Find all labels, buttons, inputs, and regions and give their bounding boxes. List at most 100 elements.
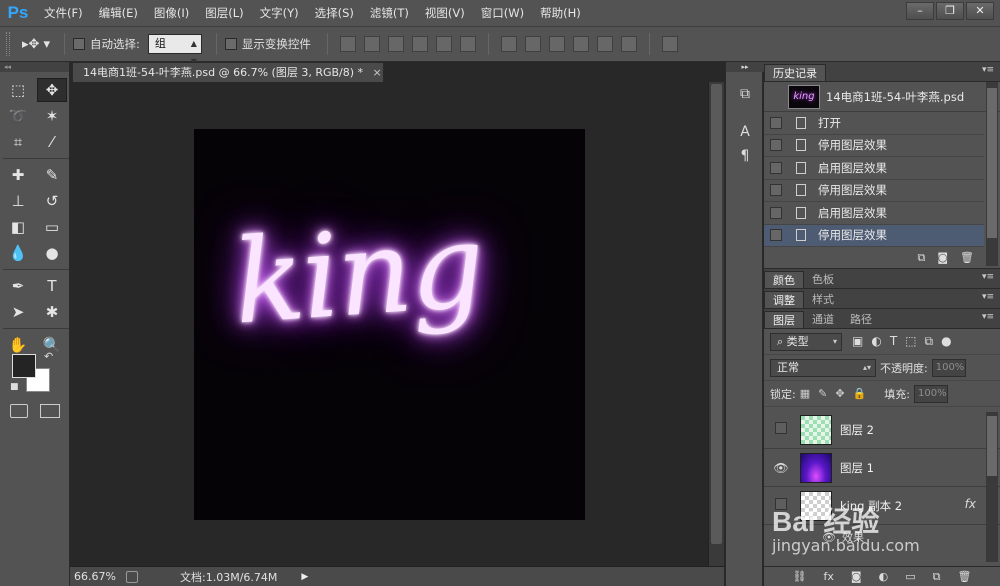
type-filter-icon[interactable]: T — [890, 334, 897, 349]
opacity-field[interactable]: 100% — [931, 358, 966, 377]
panel-menu-icon[interactable]: ▾≡ — [982, 312, 994, 322]
lock-transparent-icon[interactable]: ▦ — [800, 387, 810, 400]
3d-cube-icon[interactable]: ⧉ — [726, 82, 764, 106]
layer-name[interactable]: 图层 1 — [840, 460, 874, 476]
new-layer-icon[interactable]: ⧉ — [933, 570, 941, 584]
tab-channels[interactable]: 通道 — [804, 311, 842, 328]
adjustment-layer-icon[interactable]: ◐ — [879, 570, 889, 583]
layer-row[interactable]: 图层 2 — [764, 411, 1000, 449]
close-window-button[interactable]: ✕ — [966, 2, 994, 20]
align-vcenter-icon[interactable] — [363, 36, 380, 52]
options-grip[interactable] — [6, 32, 10, 56]
adjustment-filter-icon[interactable]: ◐ — [871, 334, 881, 349]
new-group-folder-icon[interactable]: ▭ — [905, 570, 915, 583]
history-source-checkbox[interactable] — [770, 116, 782, 129]
history-scrollbar[interactable] — [986, 82, 998, 266]
show-transform-checkbox[interactable] — [224, 38, 237, 50]
layer-filter-dropdown[interactable]: ⌕ 类型 ▾ — [770, 332, 842, 351]
filter-toggle-icon[interactable]: ● — [941, 334, 951, 349]
distribute-bottom-icon[interactable] — [548, 36, 565, 52]
delete-layer-trash-icon[interactable]: 🗑 — [958, 570, 972, 583]
history-source-checkbox[interactable] — [770, 206, 782, 219]
layer-row[interactable]: 👁 图层 1 — [764, 449, 1000, 487]
panel-collapse-header[interactable]: ▸▸ — [726, 62, 764, 72]
move-tool-icon[interactable]: ✥ — [37, 78, 67, 102]
document-canvas[interactable]: king — [194, 129, 585, 520]
shape-filter-icon[interactable]: ⬚ — [905, 334, 916, 349]
layer-name[interactable]: 图层 2 — [840, 422, 874, 438]
align-top-icon[interactable] — [339, 36, 356, 52]
menu-view[interactable]: 视图(V) — [417, 0, 473, 26]
history-item[interactable]: 打开 — [764, 112, 984, 135]
new-document-from-state-icon[interactable]: ⧉ — [917, 251, 925, 265]
gradient-tool-icon[interactable]: ▭ — [37, 215, 67, 239]
character-panel-icon[interactable]: A — [726, 120, 764, 144]
eyedropper-tool-icon[interactable]: ⁄ — [37, 130, 67, 154]
tab-styles[interactable]: 样式 — [804, 291, 842, 308]
distribute-top-icon[interactable] — [500, 36, 517, 52]
move-tool-preset-icon[interactable]: ▸✥ ▾ — [16, 32, 56, 56]
distribute-left-icon[interactable] — [572, 36, 589, 52]
restore-button[interactable]: ❐ — [936, 2, 964, 20]
scrollbar-thumb[interactable] — [987, 416, 997, 476]
healing-brush-tool-icon[interactable]: ✚ — [3, 163, 33, 187]
layer-name[interactable]: king 副本 2 — [840, 498, 902, 514]
layer-effects-row[interactable]: 👁 效果 — [764, 525, 1000, 549]
panel-menu-icon[interactable]: ▾≡ — [982, 65, 994, 75]
effects-eye-icon[interactable]: 👁 — [822, 531, 836, 544]
pen-tool-icon[interactable]: ✒ — [3, 274, 33, 298]
auto-select-checkbox[interactable] — [73, 38, 85, 50]
history-source-checkbox[interactable] — [770, 184, 782, 197]
visibility-toggle[interactable] — [770, 498, 792, 513]
scrollbar-thumb[interactable] — [987, 88, 997, 238]
lock-image-icon[interactable]: ✎ — [818, 387, 827, 400]
auto-align-icon[interactable] — [661, 36, 678, 52]
history-brush-tool-icon[interactable]: ↺ — [37, 189, 67, 213]
menu-edit[interactable]: 编辑(E) — [91, 0, 146, 26]
dodge-tool-icon[interactable]: ● — [37, 241, 67, 265]
paragraph-panel-icon[interactable]: ¶ — [726, 144, 764, 168]
fill-field[interactable]: 100% — [913, 384, 948, 403]
menu-help[interactable]: 帮助(H) — [532, 0, 589, 26]
swap-colors-icon[interactable]: ↶ — [44, 350, 53, 363]
add-mask-icon[interactable]: ◙ — [851, 570, 862, 583]
history-item[interactable]: 停用图层效果 — [764, 135, 984, 157]
lock-position-icon[interactable]: ✥ — [835, 387, 844, 400]
panel-menu-icon[interactable]: ▾≡ — [982, 272, 994, 282]
tab-adjustments[interactable]: 调整 — [764, 291, 804, 308]
menu-layer[interactable]: 图层(L) — [197, 0, 251, 26]
menu-window[interactable]: 窗口(W) — [473, 0, 532, 26]
lock-all-icon[interactable]: 🔒 — [853, 387, 867, 400]
shape-tool-icon[interactable]: ✱ — [37, 300, 67, 324]
history-item-selected[interactable]: 停用图层效果 — [764, 224, 984, 247]
history-item[interactable]: 停用图层效果 — [764, 180, 984, 202]
auto-select-dropdown[interactable]: 组 ▲▼ — [147, 34, 202, 66]
align-hcenter-icon[interactable] — [435, 36, 452, 52]
crop-tool-icon[interactable]: ⌗ — [3, 130, 33, 154]
snapshot-camera-icon[interactable]: ◙ — [937, 251, 948, 264]
history-item[interactable]: 启用图层效果 — [764, 157, 984, 180]
tab-swatches[interactable]: 色板 — [804, 271, 842, 288]
distribute-right-icon[interactable] — [620, 36, 637, 52]
align-left-icon[interactable] — [411, 36, 428, 52]
marquee-tool-icon[interactable]: ⬚ — [3, 78, 33, 102]
pixel-filter-icon[interactable]: ▣ — [852, 334, 863, 349]
path-selection-tool-icon[interactable]: ➤ — [3, 300, 33, 324]
panel-menu-icon[interactable]: ▾≡ — [982, 292, 994, 302]
brush-tool-icon[interactable]: ✎ — [37, 163, 67, 187]
menu-type[interactable]: 文字(Y) — [252, 0, 307, 26]
menu-filter[interactable]: 滤镜(T) — [362, 0, 417, 26]
history-source-checkbox[interactable] — [770, 229, 782, 242]
clone-stamp-tool-icon[interactable]: ⊥ — [3, 189, 33, 213]
document-tab[interactable]: 14电商1班-54-叶李燕.psd @ 66.7% (图层 3, RGB/8) … — [72, 62, 384, 82]
eye-icon[interactable]: 👁 — [770, 461, 792, 475]
align-right-icon[interactable] — [459, 36, 476, 52]
add-style-fx-icon[interactable]: fx — [823, 570, 833, 583]
minimize-button[interactable]: – — [906, 2, 934, 20]
layers-scrollbar[interactable] — [986, 412, 998, 562]
tab-color[interactable]: 颜色 — [764, 271, 804, 288]
lasso-tool-icon[interactable]: ➰ — [3, 104, 33, 128]
history-item[interactable]: 启用图层效果 — [764, 202, 984, 225]
menu-file[interactable]: 文件(F) — [36, 0, 91, 26]
fx-icon[interactable]: fx — [965, 497, 976, 511]
